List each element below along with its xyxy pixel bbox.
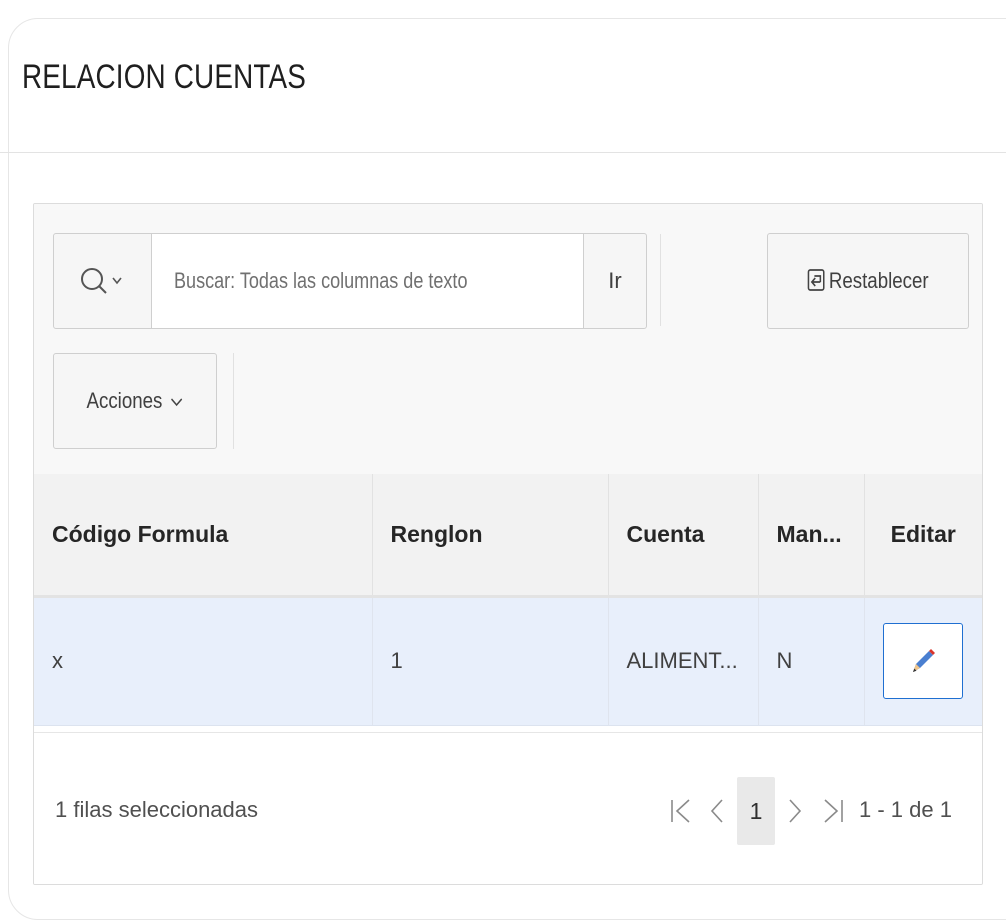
cell-editar [864,596,982,726]
report-toolbar: Buscar: Todas las columnas de texto Ir R… [34,204,982,474]
pagination-range: 1 - 1 de 1 [859,797,952,822]
previous-page-button[interactable] [702,777,732,845]
column-header-cuenta[interactable]: Cuenta [608,474,759,598]
last-page-button[interactable] [816,777,850,845]
toolbar-divider [233,353,234,449]
first-page-button[interactable] [666,777,696,845]
last-page-icon [824,799,843,823]
next-page-icon [789,799,802,823]
reset-button[interactable]: Restablecer [767,233,969,329]
next-page-button[interactable] [780,777,810,845]
table-header-row: Código Formula Renglon Cuenta Man... Edi… [34,474,982,598]
search-placeholder: Buscar: Todas las columnas de texto [174,268,468,293]
edit-row-button[interactable] [883,623,964,699]
cell-cuenta: ALIMENT... [608,596,759,726]
pencil-icon [913,649,936,672]
page-title: RELACION CUENTAS [22,58,307,96]
actions-menu-button[interactable]: Acciones [53,353,217,449]
cell-codigo-formula: x [34,596,373,726]
selected-rows-count: 1 filas seleccionadas [55,797,259,822]
cell-renglon: 1 [372,596,609,726]
toolbar-divider [660,234,661,326]
actions-button-content: Acciones [87,388,183,414]
reset-button-content: Restablecer [807,268,929,294]
search-input[interactable]: Buscar: Todas las columnas de texto [151,233,584,329]
chevron-down-icon [171,398,183,407]
reset-icon [807,269,825,291]
column-header-editar: Editar [864,474,982,598]
go-button[interactable]: Ir [583,233,647,329]
region-header: RELACION CUENTAS [0,0,1006,153]
search-bar: Buscar: Todas las columnas de texto Ir [53,233,647,329]
table-row[interactable]: x 1 ALIMENT... N [34,596,982,726]
reset-button-label: Restablecer [829,268,929,293]
report-footer: 1 filas seleccionadas 1 1 - 1 de 1 [34,732,982,884]
search-columns-button[interactable] [53,233,152,329]
cell-man: N [758,596,865,726]
column-header-man[interactable]: Man... [758,474,865,598]
search-icon [80,268,122,294]
column-header-codigo-formula[interactable]: Código Formula [34,474,373,598]
actions-button-label: Acciones [86,388,163,413]
first-page-icon [671,799,690,823]
report-table: Código Formula Renglon Cuenta Man... Edi… [34,474,982,726]
interactive-report: Buscar: Todas las columnas de texto Ir R… [33,203,983,885]
column-header-renglon[interactable]: Renglon [372,474,609,598]
current-page-button[interactable]: 1 [737,777,775,845]
go-button-label: Ir [608,268,622,293]
previous-page-icon [710,799,723,823]
